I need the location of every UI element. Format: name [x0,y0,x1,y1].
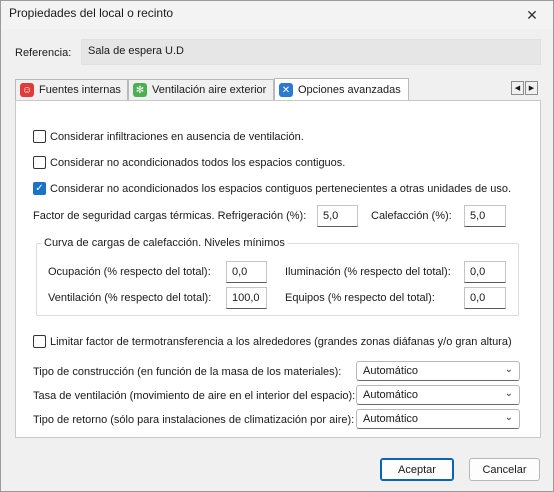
ventilacion-value: Automático [363,389,419,401]
no-acondicionados-otras-label: Considerar no acondicionados los espacio… [50,182,512,195]
ocupacion-label: Ocupación (% respecto del total): [48,266,211,278]
tab-ventilacion-aire-exterior[interactable]: ✻ Ventilación aire exterior [128,79,274,100]
limit-checkbox[interactable] [33,335,46,348]
ventilacion-rate-label: Tasa de ventilación (movimiento de aire … [33,390,356,402]
tab-label: Opciones avanzadas [298,84,401,96]
chevron-down-icon: ⌄ [504,412,513,423]
close-icon[interactable]: ✕ [519,5,545,25]
reference-field: Sala de espera U.D [81,39,541,65]
ventilacion-select[interactable]: Automático ⌄ [356,385,520,405]
retorno-value: Automático [363,413,419,425]
window-title: Propiedades del local o recinto [9,6,174,20]
refrigeracion-input[interactable]: 5,0 [317,205,358,227]
iluminacion-input[interactable]: 0,0 [464,261,506,283]
tab-label: Fuentes internas [39,84,121,96]
ventilacion-label: Ventilación (% respecto del total): [48,292,212,304]
tools-icon: ✕ [279,83,293,97]
calefaccion-input[interactable]: 5,0 [464,205,506,227]
accept-button[interactable]: Aceptar [380,458,454,481]
limit-label: Limitar factor de termotransferencia a l… [50,335,512,348]
infiltraciones-label: Considerar infiltraciones en ausencia de… [50,130,304,143]
title-bar: Propiedades del local o recinto ✕ [1,1,553,29]
no-acondicionados-todos-option[interactable]: Considerar no acondicionados todos los e… [33,156,345,169]
tab-opciones-avanzadas[interactable]: ✕ Opciones avanzadas [274,78,409,101]
ventilacion-input[interactable]: 100,0 [226,287,267,309]
options-panel: Considerar infiltraciones en ausencia de… [15,100,541,438]
tab-scroll-left-icon[interactable]: ◀ [511,81,524,95]
security-factor-label: Factor de seguridad cargas térmicas. Ref… [33,210,307,222]
people-icon: ☺ [20,83,34,97]
no-acondicionados-todos-label: Considerar no acondicionados todos los e… [50,156,346,169]
construccion-value: Automático [363,365,419,377]
dialog-window: Propiedades del local o recinto ✕ Refere… [0,0,554,492]
equipos-input[interactable]: 0,0 [464,287,506,309]
construccion-label: Tipo de construcción (en función de la m… [33,366,342,378]
infiltraciones-option[interactable]: Considerar infiltraciones en ausencia de… [33,130,304,143]
construccion-select[interactable]: Automático ⌄ [356,361,520,381]
tab-label: Ventilación aire exterior [152,84,267,96]
equipos-label: Equipos (% respecto del total): [285,292,435,304]
calefaccion-label: Calefacción (%): [371,210,452,222]
tab-scroll-right-icon[interactable]: ▶ [525,81,538,95]
fan-icon: ✻ [133,83,147,97]
cancel-button[interactable]: Cancelar [469,458,540,481]
tab-fuentes-internas[interactable]: ☺ Fuentes internas [15,79,128,100]
no-acondicionados-otras-option[interactable]: ✓ Considerar no acondicionados los espac… [33,182,511,195]
chevron-down-icon: ⌄ [504,364,513,375]
no-acondicionados-todos-checkbox[interactable] [33,156,46,169]
reference-label: Referencia: [15,47,72,59]
curve-groupbox [36,243,519,316]
ocupacion-input[interactable]: 0,0 [226,261,267,283]
infiltraciones-checkbox[interactable] [33,130,46,143]
chevron-down-icon: ⌄ [504,388,513,399]
retorno-label: Tipo de retorno (sólo para instalaciones… [33,414,355,426]
iluminacion-label: Iluminación (% respecto del total): [285,266,451,278]
retorno-select[interactable]: Automático ⌄ [356,409,520,429]
curve-group-title: Curva de cargas de calefacción. Niveles … [42,237,287,249]
no-acondicionados-otras-checkbox[interactable]: ✓ [33,182,46,195]
limit-option[interactable]: Limitar factor de termotransferencia a l… [33,335,512,348]
